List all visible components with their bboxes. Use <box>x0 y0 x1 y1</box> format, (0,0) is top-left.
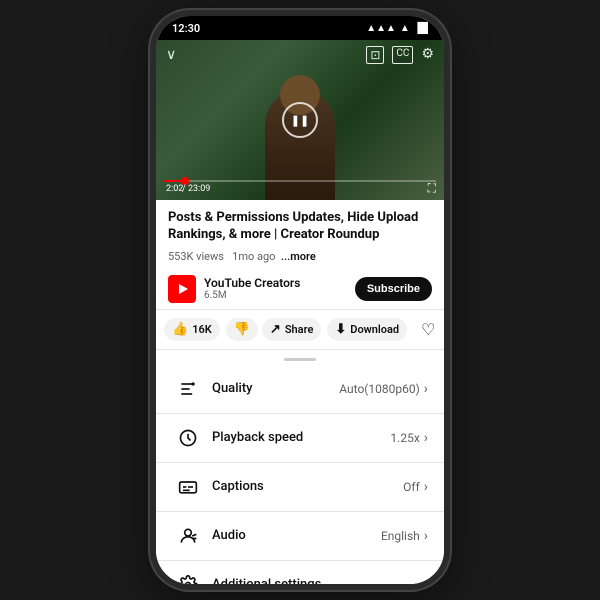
audio-icon <box>172 526 204 546</box>
audio-label: Audio <box>204 528 381 543</box>
download-icon: ⬇ <box>335 322 346 337</box>
video-progress-bar[interactable] <box>164 180 436 182</box>
save-button[interactable]: ♡ <box>413 316 443 343</box>
video-fullscreen-icon[interactable]: ⛶ <box>428 181 436 196</box>
share-button[interactable]: ↗ Share <box>262 318 321 341</box>
download-button[interactable]: ⬇ Download <box>327 318 407 341</box>
menu-item-playback-speed[interactable]: Playback speed 1.25x › <box>156 414 444 462</box>
additional-settings-label: Additional settings <box>204 577 424 590</box>
video-back-icon[interactable]: ∨ <box>166 47 176 63</box>
video-progress-fill <box>164 180 186 182</box>
video-timestamp: 2:02 <box>166 184 183 194</box>
channel-subscribers: 6.5M <box>204 290 347 301</box>
battery-icon: ▐█ <box>414 23 428 34</box>
video-meta: 553K views 1mo ago ...more <box>156 248 444 269</box>
quality-value: Auto(1080p60) <box>339 382 420 396</box>
playback-speed-label: Playback speed <box>204 430 390 445</box>
like-count: 16K <box>192 323 212 336</box>
quality-chevron-icon: › <box>424 381 428 397</box>
phone-frame: 12:30 ▲▲▲ ▲ ▐█ ∨ ⊡ CC ⚙ ❚❚ <box>150 10 450 590</box>
audio-chevron-icon: › <box>424 528 428 544</box>
share-label: Share <box>285 323 314 336</box>
quality-icon <box>172 379 204 399</box>
wifi-icon: ▲ <box>400 23 410 34</box>
captions-chevron-icon: › <box>424 479 428 495</box>
dislike-button[interactable]: 👎 <box>226 318 258 341</box>
playback-speed-value: 1.25x <box>390 431 419 445</box>
sheet-handle <box>156 350 444 365</box>
quality-label: Quality <box>204 381 339 396</box>
youtube-play-icon <box>179 284 188 294</box>
video-cc-icon[interactable]: CC <box>392 46 413 64</box>
channel-logo[interactable] <box>168 275 196 303</box>
menu-item-audio[interactable]: Audio English › <box>156 512 444 560</box>
playback-speed-icon <box>172 428 204 448</box>
content-area: Posts & Permissions Updates, Hide Upload… <box>156 200 444 590</box>
pause-icon: ❚❚ <box>291 114 309 127</box>
share-icon: ↗ <box>270 322 281 337</box>
video-player[interactable]: ∨ ⊡ CC ⚙ ❚❚ 2:02 / 23:09 ⛶ <box>156 40 444 200</box>
menu-item-captions[interactable]: Captions Off › <box>156 463 444 511</box>
download-label: Download <box>350 323 399 336</box>
channel-name[interactable]: YouTube Creators <box>204 276 347 290</box>
action-bar: 👍 16K 👎 ↗ Share ⬇ Download ♡ <box>156 309 444 350</box>
additional-settings-icon <box>172 575 204 590</box>
thumbs-up-icon: 👍 <box>172 322 188 337</box>
status-time: 12:30 <box>172 22 200 35</box>
playback-speed-chevron-icon: › <box>424 430 428 446</box>
channel-row: YouTube Creators 6.5M Subscribe <box>156 269 444 309</box>
menu-item-quality[interactable]: Quality Auto(1080p60) › <box>156 365 444 413</box>
video-duration: / 23:09 <box>182 184 210 194</box>
subscribe-button[interactable]: Subscribe <box>355 277 432 301</box>
signal-icon: ▲▲▲ <box>366 23 396 34</box>
video-settings-icon[interactable]: ⚙ <box>421 46 434 64</box>
video-cast-icon[interactable]: ⊡ <box>366 46 384 64</box>
channel-info: YouTube Creators 6.5M <box>204 276 347 301</box>
status-icons: ▲▲▲ ▲ ▐█ <box>366 23 428 34</box>
thumbs-down-icon: 👎 <box>234 322 250 337</box>
like-button[interactable]: 👍 16K <box>164 318 220 341</box>
video-title: Posts & Permissions Updates, Hide Upload… <box>156 200 444 248</box>
captions-icon <box>172 477 204 497</box>
audio-value: English <box>381 529 420 543</box>
play-pause-button[interactable]: ❚❚ <box>282 102 318 138</box>
bottom-sheet-menu: Quality Auto(1080p60) › Playback speed 1… <box>156 365 444 590</box>
sheet-handle-bar <box>284 358 316 361</box>
more-link[interactable]: ...more <box>281 250 316 263</box>
additional-settings-chevron-icon: › <box>424 577 428 590</box>
status-bar: 12:30 ▲▲▲ ▲ ▐█ <box>156 16 444 40</box>
captions-value: Off <box>403 480 420 494</box>
video-top-right-controls: ⊡ CC ⚙ <box>366 46 434 64</box>
video-top-controls: ∨ ⊡ CC ⚙ <box>156 46 444 64</box>
menu-item-additional-settings[interactable]: Additional settings › <box>156 561 444 590</box>
captions-label: Captions <box>204 479 403 494</box>
